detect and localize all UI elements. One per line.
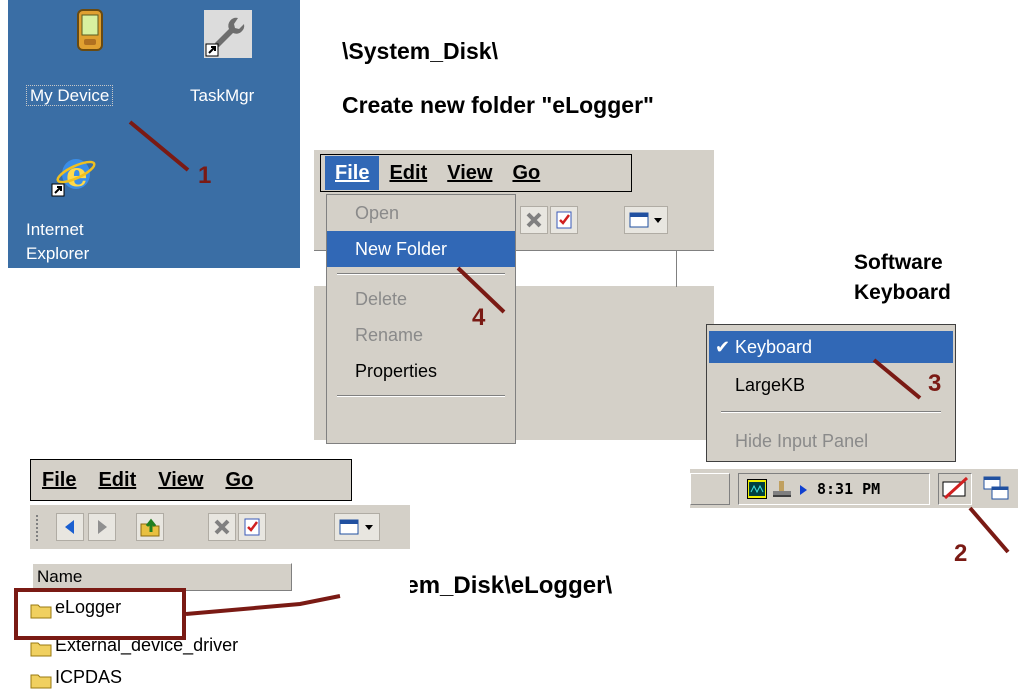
annotation-line-3 <box>872 358 922 400</box>
step-number-3: 3 <box>928 370 942 397</box>
annotation-overlay <box>128 120 1010 616</box>
annotation-line-result <box>185 594 341 616</box>
step-number-4: 4 <box>472 304 486 331</box>
annotation-line-1 <box>128 120 190 172</box>
annotation-line-2 <box>968 506 1010 554</box>
step-number-1: 1 <box>198 162 212 189</box>
step-number-2: 2 <box>954 540 968 567</box>
